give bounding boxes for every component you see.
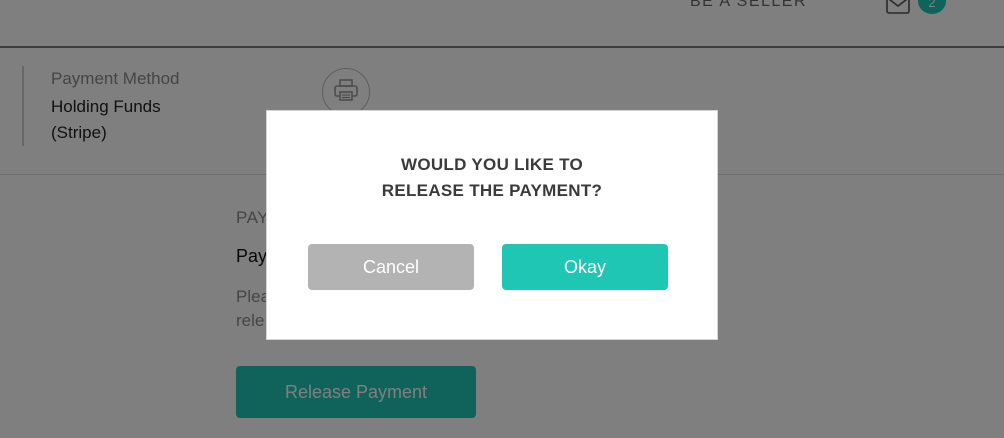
- dialog-title-line2: RELEASE THE PAYMENT?: [381, 181, 603, 200]
- page: BE A SELLER 2 Payment Method Holding Fun…: [0, 0, 1004, 438]
- cancel-button[interactable]: Cancel: [308, 244, 474, 290]
- okay-button[interactable]: Okay: [502, 244, 668, 290]
- confirm-release-dialog: WOULD YOU LIKE TO RELEASE THE PAYMENT? C…: [266, 110, 718, 340]
- dialog-title: WOULD YOU LIKE TO RELEASE THE PAYMENT?: [267, 152, 717, 204]
- dialog-title-line1: WOULD YOU LIKE TO: [400, 155, 584, 174]
